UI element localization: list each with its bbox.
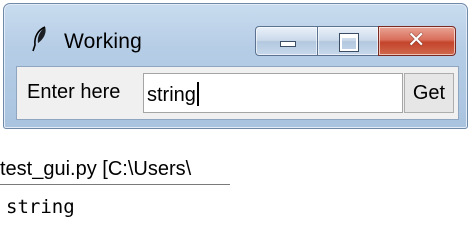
close-icon: ✕ bbox=[407, 28, 426, 53]
window-client-area: Enter here string Get bbox=[16, 66, 459, 120]
get-button[interactable]: Get bbox=[404, 73, 454, 113]
minimize-icon bbox=[280, 41, 296, 47]
entry-label: Enter here bbox=[27, 81, 121, 103]
console-output: string bbox=[6, 196, 75, 218]
maximize-icon bbox=[339, 33, 359, 52]
window-title: Working bbox=[64, 30, 143, 53]
screen: Working ✕ Enter here string Get test_gui… bbox=[0, 0, 474, 243]
tk-window: Working ✕ Enter here string Get bbox=[3, 3, 468, 129]
title-bar[interactable]: Working ✕ bbox=[4, 4, 467, 60]
entry-value-wrap: string bbox=[147, 82, 199, 107]
minimize-button[interactable] bbox=[255, 26, 318, 56]
maximize-button[interactable] bbox=[317, 26, 379, 56]
entry-value: string bbox=[147, 84, 196, 106]
text-entry[interactable]: string bbox=[143, 73, 403, 113]
close-button[interactable]: ✕ bbox=[378, 26, 456, 56]
feather-icon bbox=[32, 26, 46, 52]
editor-tab-title[interactable]: test_gui.py [C:\Users\ bbox=[0, 158, 230, 185]
text-caret bbox=[196, 82, 199, 106]
